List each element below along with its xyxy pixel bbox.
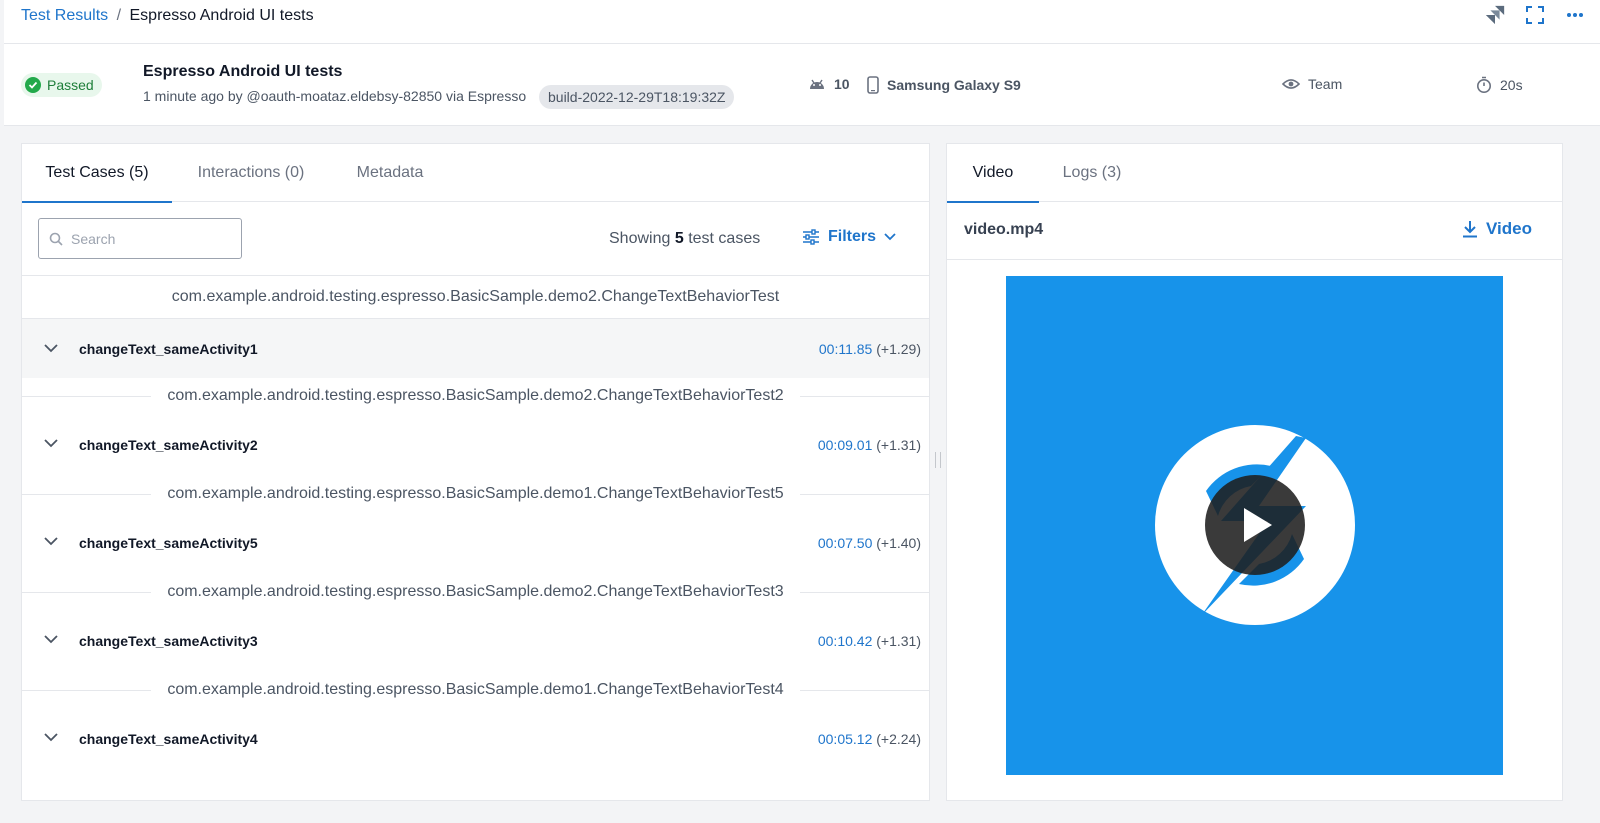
case-delta: (+2.24) (876, 731, 921, 747)
case-time: 00:09.01 (817, 437, 873, 453)
filters-label: Filters (828, 228, 877, 245)
panel-resize-handle[interactable] (935, 452, 941, 468)
download-icon (1463, 221, 1478, 238)
tab-logs[interactable]: Logs (3) (1051, 144, 1133, 202)
fullscreen-icon[interactable] (1524, 4, 1546, 26)
breadcrumb-test-results-link[interactable]: Test Results (21, 7, 108, 24)
video-player[interactable] (1006, 276, 1503, 775)
case-duration: 00:09.01 (+1.31) (818, 437, 921, 453)
chevron-down-icon[interactable] (42, 434, 60, 452)
suite-name: com.example.android.testing.espresso.Bas… (167, 387, 784, 404)
search-field[interactable] (38, 218, 242, 259)
case-duration: 00:07.50 (+1.40) (818, 535, 921, 551)
breadcrumb-current: Espresso Android UI tests (129, 7, 314, 24)
duration-value: 20s (1500, 77, 1523, 93)
breadcrumb: Test Results / Espresso Android UI tests (21, 6, 314, 26)
table-row[interactable]: changeText_sameActivity5 00:07.50 (+1.40… (22, 512, 929, 574)
search-input[interactable] (71, 230, 221, 247)
search-icon (49, 232, 63, 246)
case-delta: (+1.31) (876, 437, 921, 453)
tab-interactions[interactable]: Interactions (0) (182, 144, 320, 202)
play-button[interactable] (1205, 475, 1305, 575)
device: Samsung Galaxy S9 (867, 76, 1021, 94)
stopwatch-icon (1477, 76, 1491, 93)
chevron-down-icon[interactable] (42, 728, 60, 746)
test-case-list: com.example.android.testing.espresso.Bas… (22, 275, 929, 770)
case-name: changeText_sameActivity4 (79, 731, 258, 747)
suite-name: com.example.android.testing.espresso.Bas… (167, 583, 784, 600)
top-bar: Test Results / Espresso Android UI tests (4, 0, 1600, 44)
suite-header: com.example.android.testing.espresso.Bas… (22, 672, 929, 708)
video-header: video.mp4 Video (947, 202, 1562, 260)
suite-header: com.example.android.testing.espresso.Bas… (22, 378, 929, 414)
test-summary: Passed Espresso Android UI tests 1 minut… (4, 44, 1600, 126)
status-badge: Passed (21, 73, 102, 97)
case-name: changeText_sameActivity5 (79, 535, 258, 551)
test-subtitle: 1 minute ago by @oauth-moataz.eldebsy-82… (143, 88, 527, 104)
showing-suffix: test cases (688, 230, 761, 247)
build-chip[interactable]: build-2022-12-29T18:19:32Z (539, 85, 735, 109)
filters-button[interactable]: Filters (802, 228, 896, 246)
case-duration: 00:05.12 (+2.24) (818, 731, 921, 747)
android-icon (810, 79, 824, 89)
case-delta: (+1.29) (876, 340, 921, 357)
showing-count: Showing 5 test cases (609, 230, 760, 248)
suite-header: com.example.android.testing.espresso.Bas… (22, 574, 929, 610)
suite-name: com.example.android.testing.espresso.Bas… (171, 288, 780, 305)
case-duration: 00:11.85 (+1.29) (819, 341, 921, 357)
phone-icon (867, 76, 879, 94)
chevron-down-icon[interactable] (42, 339, 60, 357)
visibility-value: Team (1308, 76, 1343, 92)
table-row[interactable]: changeText_sameActivity2 00:09.01 (+1.31… (22, 414, 929, 476)
check-icon (25, 77, 41, 93)
test-title: Espresso Android UI tests (143, 63, 343, 80)
tab-test-cases[interactable]: Test Cases (5) (22, 144, 172, 203)
suite-header: com.example.android.testing.espresso.Bas… (22, 476, 929, 512)
test-result-page: Test Results / Espresso Android UI tests… (4, 0, 1600, 823)
jira-icon[interactable] (1484, 4, 1506, 26)
duration: 20s (1476, 76, 1523, 94)
android-version-value: 10 (834, 76, 850, 92)
suite-name: com.example.android.testing.espresso.Bas… (167, 681, 784, 698)
left-tabs: Test Cases (5) Interactions (0) Metadata (22, 144, 929, 203)
case-name: changeText_sameActivity2 (79, 437, 258, 453)
showing-number: 5 (674, 230, 684, 247)
download-label: Video (1486, 219, 1532, 238)
tab-video[interactable]: Video (947, 144, 1039, 203)
suite-header: com.example.android.testing.espresso.Bas… (22, 275, 929, 318)
tab-metadata[interactable]: Metadata (340, 144, 440, 202)
suite-name: com.example.android.testing.espresso.Bas… (167, 485, 784, 502)
android-version: 10 (808, 76, 850, 92)
table-row[interactable]: changeText_sameActivity1 00:11.85 (+1.29… (22, 318, 929, 378)
case-duration: 00:10.42 (+1.31) (818, 633, 921, 649)
case-time: 00:05.12 (817, 731, 873, 747)
media-panel: Video Logs (3) video.mp4 Video (946, 143, 1563, 801)
case-name: changeText_sameActivity1 (79, 340, 258, 357)
case-time: 00:11.85 (818, 340, 873, 357)
right-tabs: Video Logs (3) (947, 144, 1562, 203)
case-time: 00:10.42 (817, 633, 873, 649)
case-delta: (+1.40) (876, 535, 921, 551)
table-row[interactable]: changeText_sameActivity3 00:10.42 (+1.31… (22, 610, 929, 672)
video-filename: video.mp4 (964, 221, 1044, 238)
breadcrumb-separator: / (116, 7, 122, 24)
eye-icon (1282, 79, 1300, 89)
status-label: Passed (47, 77, 94, 93)
case-time: 00:07.50 (817, 535, 873, 551)
download-video-button[interactable]: Video (1462, 219, 1532, 239)
visibility: Team (1282, 76, 1342, 92)
chevron-down-icon[interactable] (42, 630, 60, 648)
showing-prefix: Showing (609, 230, 671, 247)
case-delta: (+1.31) (876, 633, 921, 649)
chevron-down-icon (884, 233, 896, 241)
top-actions (1484, 4, 1586, 26)
test-cases-panel: Test Cases (5) Interactions (0) Metadata… (21, 143, 930, 801)
case-name: changeText_sameActivity3 (79, 633, 258, 649)
video-thumbnail (1155, 425, 1355, 625)
chevron-down-icon[interactable] (42, 532, 60, 550)
device-name: Samsung Galaxy S9 (887, 77, 1021, 93)
more-icon[interactable] (1564, 4, 1586, 26)
table-row[interactable]: changeText_sameActivity4 00:05.12 (+2.24… (22, 708, 929, 770)
sliders-icon (803, 229, 819, 245)
